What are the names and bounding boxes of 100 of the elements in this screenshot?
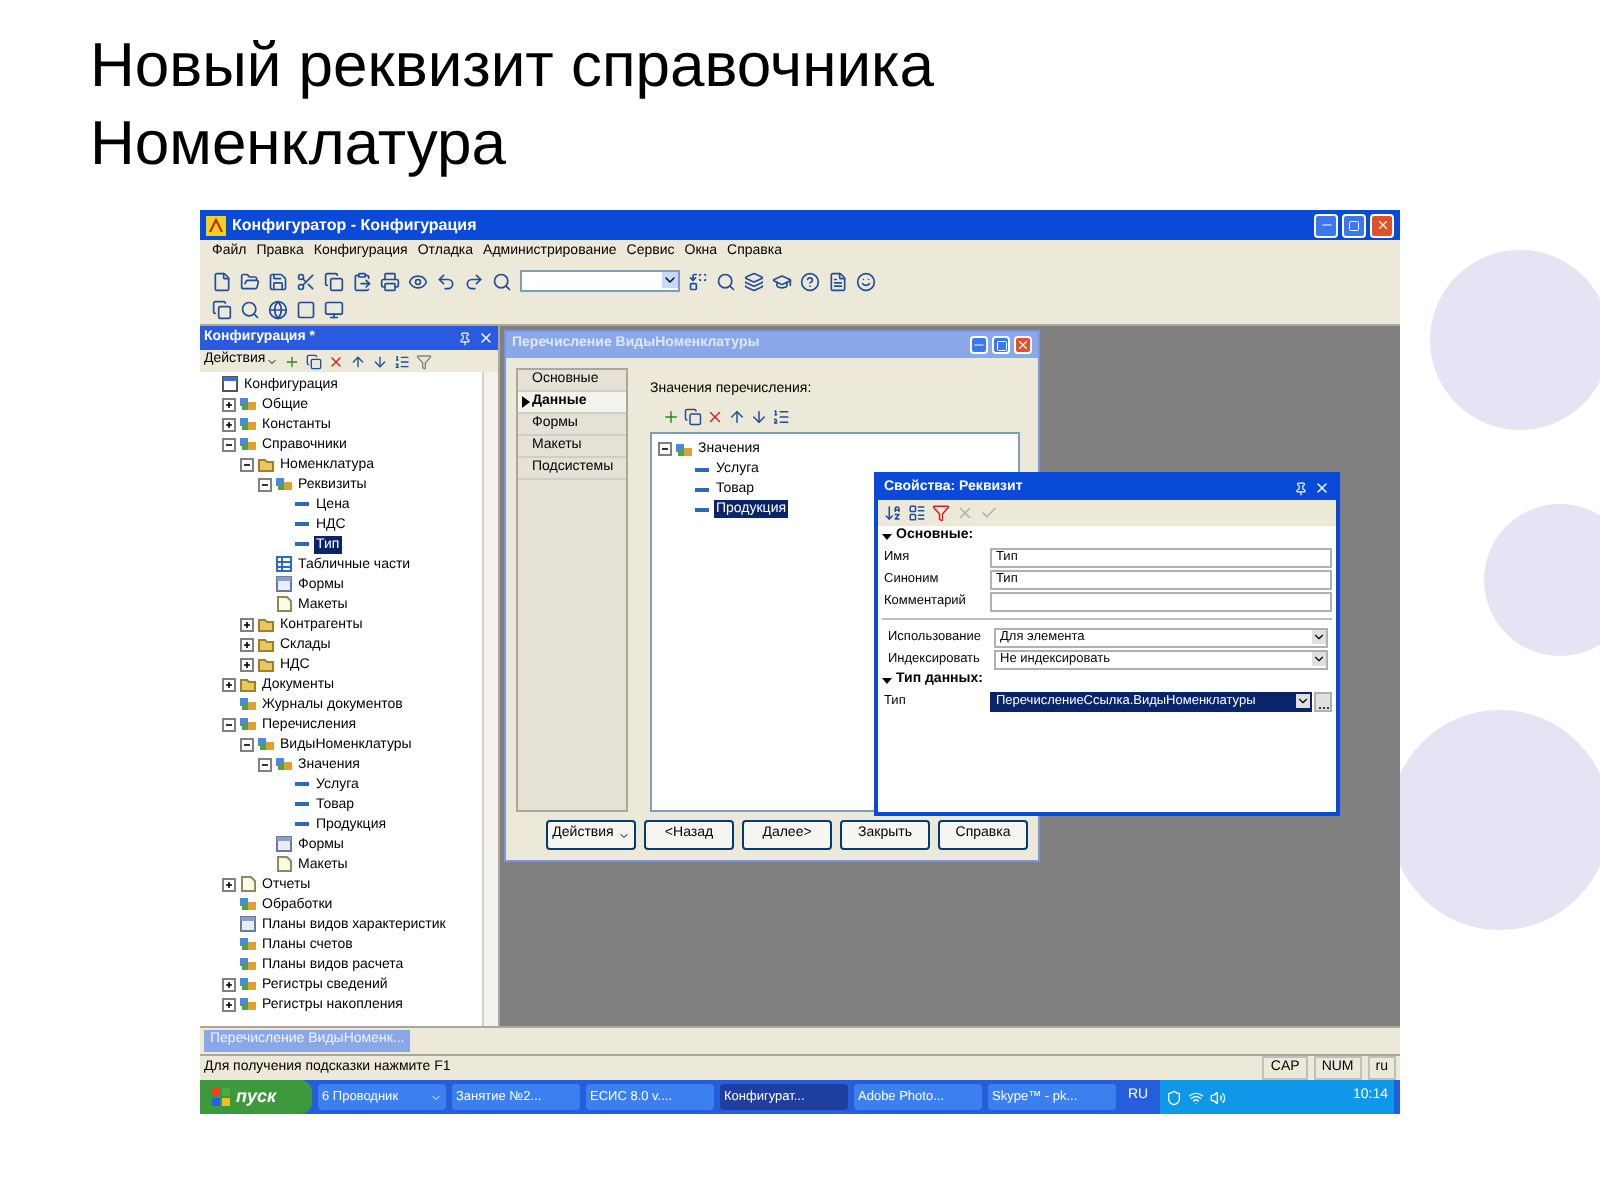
sort-icon[interactable] — [884, 504, 902, 522]
scrollbar[interactable] — [482, 372, 498, 1026]
globe-icon[interactable] — [268, 300, 288, 320]
delete-icon[interactable] — [327, 353, 344, 369]
ellipsis-button[interactable] — [1314, 691, 1332, 711]
minimize-button[interactable] — [1314, 213, 1338, 237]
caret-icon — [1312, 652, 1326, 666]
window-icon — [222, 376, 238, 392]
slide-title: Новый реквизит справочника Номенклатура — [88, 28, 936, 182]
copy-icon[interactable] — [305, 353, 322, 369]
close-button[interactable] — [1014, 336, 1032, 354]
file-icon[interactable] — [212, 271, 232, 291]
network-icon[interactable] — [1188, 1089, 1205, 1105]
page-icon — [276, 596, 292, 612]
caret-icon[interactable] — [662, 272, 678, 288]
minus-icon — [1319, 218, 1333, 232]
redo-icon[interactable] — [464, 271, 484, 291]
speaker-icon[interactable] — [1210, 1089, 1227, 1105]
collapse-triangle-icon[interactable] — [882, 531, 892, 541]
pin-icon[interactable] — [1294, 481, 1308, 495]
expand-toggle[interactable] — [658, 442, 672, 456]
up-arrow-icon[interactable] — [349, 353, 366, 369]
expand-toggle[interactable] — [222, 437, 236, 451]
paste-icon[interactable] — [352, 271, 372, 291]
categories-icon[interactable] — [908, 504, 926, 522]
copy-icon[interactable] — [212, 300, 232, 320]
windows-icon[interactable] — [744, 271, 764, 291]
blocks-icon — [240, 436, 256, 452]
expand-toggle[interactable] — [240, 737, 254, 751]
blocks-icon — [258, 736, 274, 752]
save-icon[interactable] — [268, 271, 288, 291]
expand-toggle[interactable] — [222, 997, 236, 1011]
maximize-button[interactable] — [1342, 213, 1366, 237]
caret-icon — [617, 829, 630, 841]
blocks-icon — [240, 976, 256, 992]
document-icon[interactable] — [828, 271, 848, 291]
down-arrow-icon[interactable] — [750, 407, 768, 425]
copy-icon[interactable] — [324, 271, 344, 291]
shield-icon[interactable] — [1166, 1089, 1183, 1105]
printer-icon[interactable] — [380, 271, 400, 291]
panel-icon[interactable] — [296, 300, 316, 320]
expand-toggle[interactable] — [240, 637, 254, 651]
smiley-icon[interactable] — [856, 271, 876, 291]
expand-toggle[interactable] — [258, 757, 272, 771]
caret-icon — [1312, 630, 1326, 644]
help-icon[interactable] — [800, 271, 820, 291]
search-icon[interactable] — [240, 300, 260, 320]
search-icon[interactable] — [492, 271, 512, 291]
scissors-icon[interactable] — [296, 271, 316, 291]
down-arrow-icon[interactable] — [371, 353, 388, 369]
page-icon — [240, 876, 256, 892]
search-field[interactable] — [520, 270, 680, 292]
expand-toggle[interactable] — [240, 657, 254, 671]
form-icon — [276, 836, 292, 852]
blocks-icon — [240, 956, 256, 972]
expand-toggle[interactable] — [222, 397, 236, 411]
preview-icon[interactable] — [408, 271, 428, 291]
expand-toggle[interactable] — [240, 457, 254, 471]
start-button[interactable]: пуск — [200, 1080, 312, 1114]
square-icon — [1348, 219, 1360, 231]
collapse-triangle-icon[interactable] — [882, 675, 892, 685]
expand-toggle[interactable] — [222, 417, 236, 431]
app-logo-icon — [206, 215, 226, 235]
input-field[interactable] — [990, 591, 1332, 611]
expand-toggle[interactable] — [222, 877, 236, 891]
caret-icon — [1296, 694, 1310, 708]
folder-icon[interactable] — [240, 271, 260, 291]
filter-icon[interactable] — [415, 353, 432, 369]
expand-toggle[interactable] — [222, 677, 236, 691]
folder-icon — [258, 456, 274, 472]
check-icon[interactable] — [980, 504, 998, 522]
delete-icon[interactable] — [706, 407, 724, 425]
monitor-icon[interactable] — [324, 300, 344, 320]
blocks-icon — [240, 896, 256, 912]
sort-icon[interactable] — [772, 407, 790, 425]
copy-icon[interactable] — [684, 407, 702, 425]
up-arrow-icon[interactable] — [728, 407, 746, 425]
minimize-button[interactable] — [970, 336, 988, 354]
sort-icon[interactable] — [393, 353, 410, 369]
expand-toggle[interactable] — [258, 477, 272, 491]
filter-icon[interactable] — [932, 504, 950, 522]
blocks-icon — [240, 716, 256, 732]
pin-icon[interactable] — [458, 331, 472, 345]
minus-icon — [972, 338, 986, 352]
caret-icon — [265, 355, 278, 367]
undo-icon[interactable] — [436, 271, 456, 291]
blocks-icon — [240, 416, 256, 432]
expand-toggle[interactable] — [240, 617, 254, 631]
blocks-icon — [676, 441, 692, 457]
blocks-icon — [240, 396, 256, 412]
maximize-button[interactable] — [992, 336, 1010, 354]
square-icon — [995, 339, 1007, 351]
cap-icon[interactable] — [772, 271, 792, 291]
search-icon[interactable] — [716, 271, 736, 291]
expand-toggle[interactable] — [222, 717, 236, 731]
expand-toggle[interactable] — [222, 977, 236, 991]
grid-icon — [276, 556, 292, 572]
replace-icon[interactable] — [688, 271, 708, 291]
blocks-icon — [276, 476, 292, 492]
close-button[interactable] — [1370, 213, 1394, 237]
